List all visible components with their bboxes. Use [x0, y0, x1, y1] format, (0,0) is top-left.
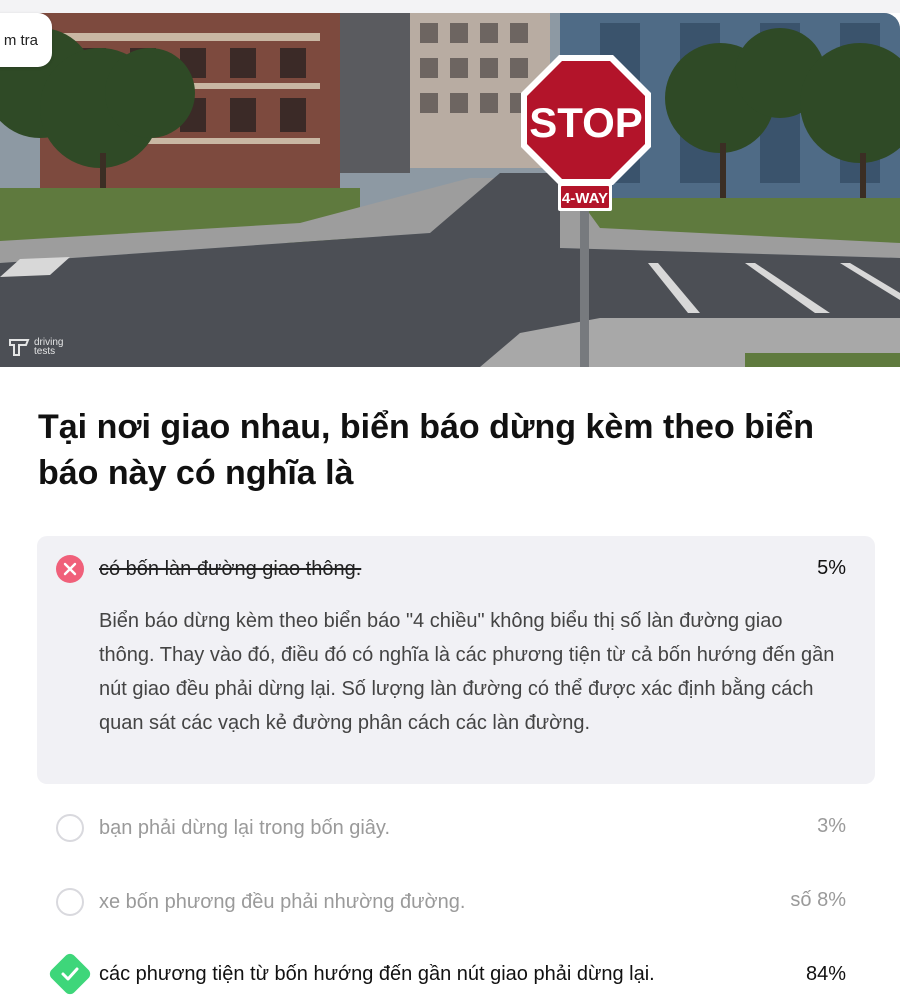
answer-option-2-percent: 3%	[817, 815, 846, 837]
answer-option-2[interactable]: bạn phải dừng lại trong bốn giây. 3%	[37, 808, 875, 848]
stop-sign-text: STOP	[529, 99, 643, 146]
answer-explanation: Biển báo dừng kèm theo biển báo "4 chiều…	[99, 610, 835, 734]
plate-text: 4-WAY	[562, 190, 608, 207]
question-image: 4-WAY STOP	[0, 13, 900, 367]
answer-option-4[interactable]: các phương tiện từ bốn hướng đến gần nút…	[37, 951, 875, 997]
empty-circle-icon	[56, 814, 84, 842]
question-text: Tại nơi giao nhau, biển báo dừng kèm the…	[38, 408, 815, 492]
answer-option-4-percent: 84%	[805, 963, 846, 985]
answer-option-1[interactable]: có bốn làn đường giao thông. 5% Biển báo…	[37, 536, 875, 784]
top-strip	[0, 0, 900, 13]
answer-option-3[interactable]: xe bốn phương đều phải nhường đường. số …	[37, 882, 875, 922]
check-tab-label: m tra	[3, 31, 38, 49]
check-icon	[47, 951, 93, 997]
answer-option-4-label: các phương tiện từ bốn hướng đến gần nút…	[99, 963, 655, 985]
watermark-line2: tests	[34, 346, 56, 357]
x-circle-icon	[56, 555, 84, 583]
answer-option-1-percent: 5%	[817, 557, 846, 579]
check-tab[interactable]: m tra	[0, 13, 52, 67]
driving-tests-logo-icon	[9, 339, 30, 356]
answer-option-3-percent: số 8%	[790, 889, 846, 911]
empty-circle-icon	[56, 888, 84, 916]
answer-option-3-label: xe bốn phương đều phải nhường đường.	[99, 891, 466, 913]
answer-option-1-label: có bốn làn đường giao thông.	[99, 558, 362, 580]
watermark-logo: driving tests	[8, 337, 74, 357]
answer-option-2-label: bạn phải dừng lại trong bốn giây.	[99, 817, 391, 839]
